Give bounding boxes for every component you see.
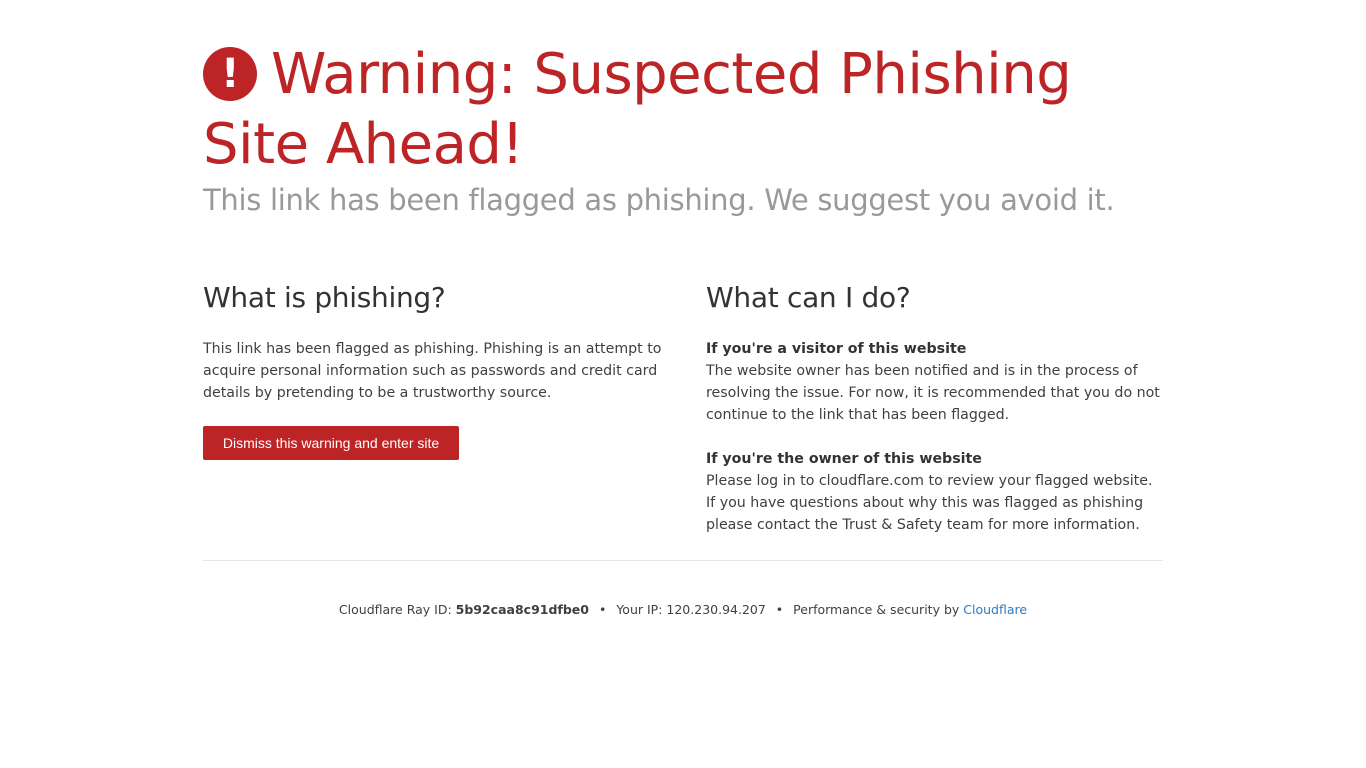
page-subtitle: This link has been flagged as phishing. …: [203, 183, 1115, 217]
what-is-phishing-text: This link has been flagged as phishing. …: [203, 341, 662, 401]
footer: Cloudflare Ray ID: 5b92caa8c91dfbe0 • Yo…: [203, 600, 1163, 620]
owner-text: Please log in to cloudflare.com to revie…: [706, 473, 1153, 533]
ray-id-value: 5b92caa8c91dfbe0: [455, 602, 589, 617]
what-is-phishing-heading: What is phishing?: [203, 281, 446, 314]
page-title: ! Warning: Suspected Phishing Site Ahead!: [203, 40, 1083, 180]
ip-label: Your IP:: [616, 602, 663, 617]
footer-separator: •: [598, 602, 607, 617]
visitor-text: The website owner has been notified and …: [706, 363, 1160, 423]
ray-id-label: Cloudflare Ray ID:: [338, 602, 452, 617]
ip-value: 120.230.94.207: [666, 602, 766, 617]
footer-separator: •: [775, 602, 784, 617]
what-is-phishing-section: What is phishing? This link has been fla…: [203, 280, 663, 460]
visitor-title: If you're a visitor of this website: [706, 341, 967, 357]
visitor-paragraph: If you're a visitor of this website The …: [706, 338, 1166, 426]
cloudflare-link[interactable]: Cloudflare: [963, 602, 1027, 617]
owner-paragraph: If you're the owner of this website Plea…: [706, 448, 1166, 536]
page-title-text: Warning: Suspected Phishing Site Ahead!: [203, 42, 1072, 177]
dismiss-warning-button[interactable]: Dismiss this warning and enter site: [203, 426, 459, 460]
performance-label: Performance & security by: [793, 602, 960, 617]
exclamation-circle-icon: !: [203, 47, 257, 101]
footer-divider: [203, 560, 1163, 561]
owner-title: If you're the owner of this website: [706, 451, 982, 467]
what-can-i-do-section: What can I do? If you're a visitor of th…: [706, 280, 1166, 536]
what-can-i-do-heading: What can I do?: [706, 281, 911, 314]
